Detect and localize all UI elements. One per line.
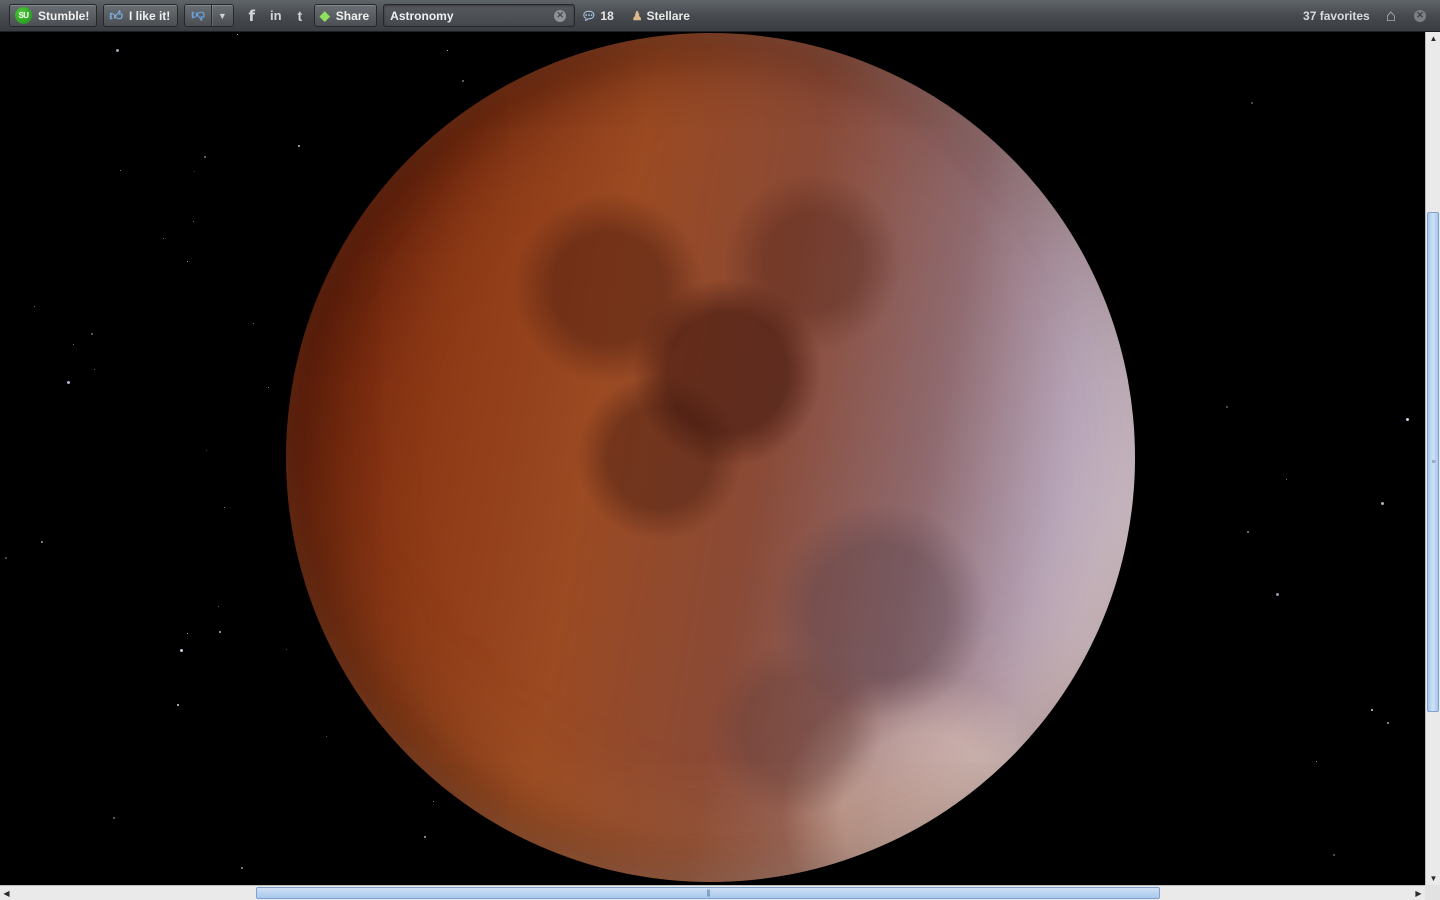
vertical-scrollbar[interactable]: ▲ ≡ ▼ <box>1425 32 1440 885</box>
star <box>1226 406 1228 408</box>
stumbleupon-toolbar: SU Stumble! 👍︎ I like it! 👍︎ ▼ f in t ◆ … <box>0 0 1440 32</box>
user-icon: ♟ <box>631 8 643 23</box>
dislike-button[interactable]: 👍︎ <box>185 5 211 26</box>
chevron-down-icon: ▼ <box>217 10 227 21</box>
vertical-scroll-thumb[interactable]: ≡ <box>1427 212 1439 712</box>
star <box>1387 722 1389 724</box>
star <box>113 817 115 819</box>
scroll-down-arrow-icon[interactable]: ▼ <box>1426 872 1440 885</box>
more-options-dropdown[interactable]: ▼ <box>212 5 233 26</box>
comment-bubble-icon: 💬︎ <box>581 8 597 23</box>
star <box>41 541 43 543</box>
eclipsed-moon-image <box>286 33 1135 882</box>
star <box>67 381 70 384</box>
star <box>1247 531 1249 533</box>
star <box>194 171 195 172</box>
star <box>286 649 287 650</box>
star <box>237 34 238 35</box>
star <box>433 801 434 802</box>
star <box>241 867 243 869</box>
star <box>204 156 206 158</box>
stumble-button[interactable]: SU Stumble! <box>9 4 98 27</box>
star <box>1333 854 1335 856</box>
star <box>424 836 426 838</box>
thumbs-down-icon: 👍︎ <box>191 8 205 23</box>
star <box>1381 502 1384 505</box>
star <box>120 170 121 171</box>
star <box>1371 709 1373 711</box>
thumbs-up-icon: 👍︎ <box>109 8 123 23</box>
user-link[interactable]: ♟ Stellare <box>632 9 690 23</box>
star <box>1276 593 1279 596</box>
grip-icon: ||| <box>706 889 711 897</box>
star <box>462 80 464 82</box>
toolbar-right-group: 37 favorites ⌂ ✕ <box>1303 6 1440 26</box>
comments-count: 18 <box>600 8 614 23</box>
like-button[interactable]: 👍︎ I like it! <box>103 4 179 27</box>
scroll-up-arrow-icon[interactable]: ▲ <box>1426 32 1440 45</box>
linkedin-icon[interactable]: in <box>264 4 288 27</box>
favorites-count[interactable]: 37 favorites <box>1303 9 1370 23</box>
star <box>1316 761 1317 762</box>
star <box>116 49 119 52</box>
like-label: I like it! <box>128 8 171 23</box>
dislike-button-group: 👍︎ ▼ <box>184 4 234 27</box>
star <box>94 369 95 370</box>
username: Stellare <box>646 8 690 23</box>
comments-link[interactable]: 💬︎ 18 <box>581 9 614 23</box>
star <box>447 50 448 51</box>
star <box>224 507 225 508</box>
star <box>298 145 300 147</box>
topic-field[interactable]: Astronomy ✕ <box>383 4 576 27</box>
stumble-label: Stumble! <box>38 8 90 23</box>
star <box>326 736 327 737</box>
clear-icon[interactable]: ✕ <box>554 9 567 22</box>
star <box>180 649 183 652</box>
star <box>5 557 7 559</box>
share-gem-icon: ◆ <box>319 7 330 23</box>
facebook-icon[interactable]: f <box>240 4 264 27</box>
scroll-right-arrow-icon[interactable]: ▶ <box>1412 886 1425 900</box>
star <box>253 323 254 324</box>
scrollbar-corner <box>1425 885 1440 900</box>
star <box>219 631 221 633</box>
horizontal-scroll-thumb[interactable]: ||| <box>256 887 1160 899</box>
star <box>1251 102 1253 104</box>
star <box>206 450 207 451</box>
star <box>1406 418 1409 421</box>
star <box>218 606 219 607</box>
star <box>177 704 179 706</box>
star <box>73 344 74 345</box>
grip-icon: ≡ <box>1431 458 1435 466</box>
star <box>163 238 164 239</box>
share-button[interactable]: ◆ Share <box>313 4 378 27</box>
horizontal-scrollbar[interactable]: ◀ ||| ▶ <box>0 885 1425 900</box>
home-icon[interactable]: ⌂ <box>1386 6 1396 26</box>
page-content <box>0 32 1425 885</box>
close-icon[interactable]: ✕ <box>1414 9 1426 22</box>
stumbleupon-logo-icon: SU <box>15 7 32 24</box>
star <box>34 306 35 307</box>
star <box>187 633 188 634</box>
star <box>268 387 269 388</box>
topic-value: Astronomy <box>390 8 454 23</box>
star <box>187 261 188 262</box>
star <box>91 333 93 335</box>
star <box>193 221 194 222</box>
scroll-left-arrow-icon[interactable]: ◀ <box>0 886 13 900</box>
star <box>1286 479 1287 480</box>
twitter-icon[interactable]: t <box>288 4 312 27</box>
share-label: Share <box>335 8 370 23</box>
